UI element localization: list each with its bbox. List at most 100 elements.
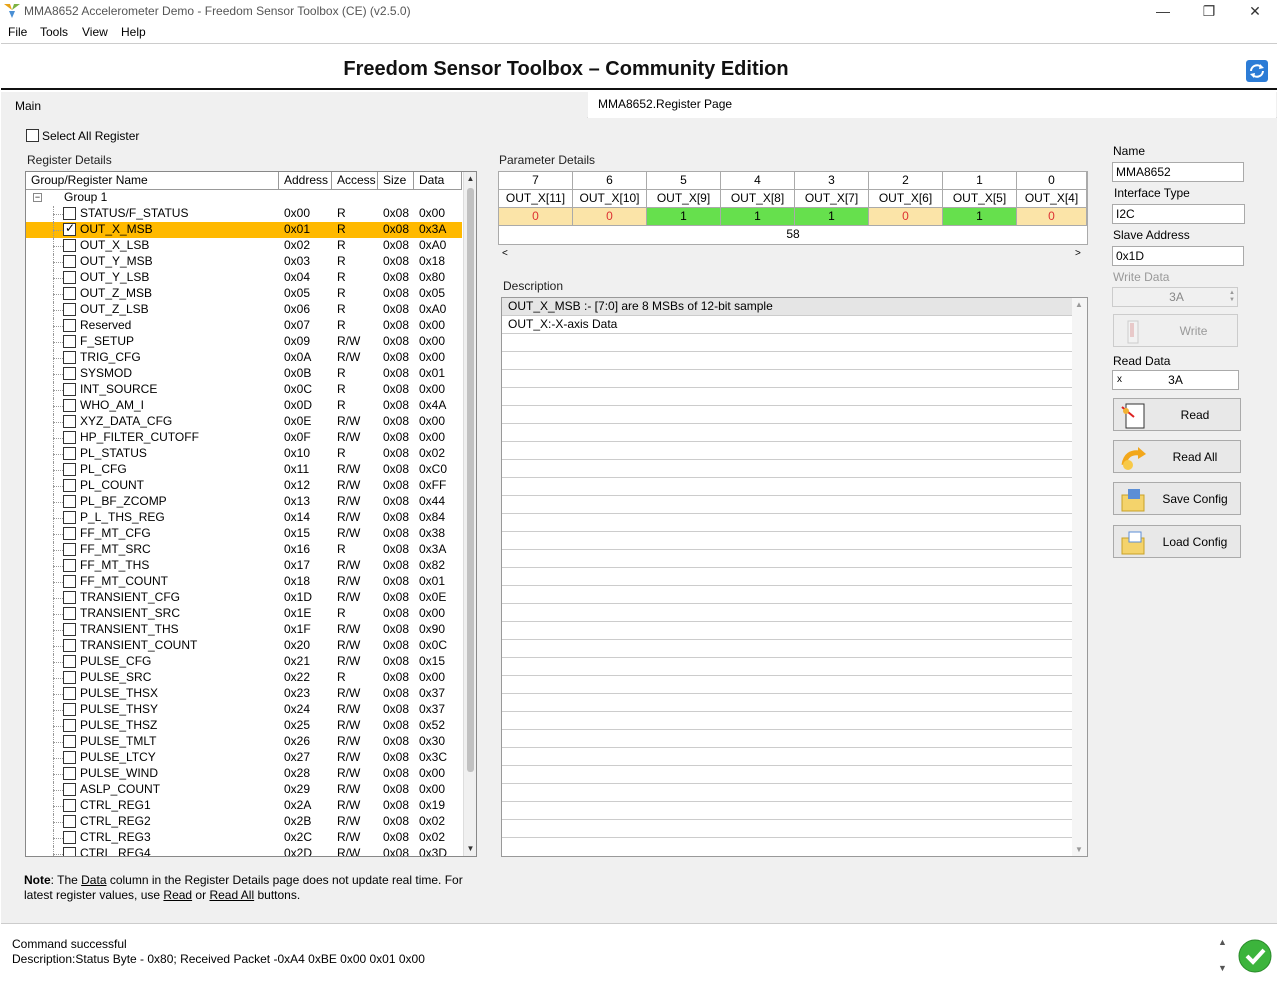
register-row[interactable]: PULSE_LTCY 0x27 R/W 0x08 0x3C	[26, 750, 462, 766]
register-row[interactable]: PULSE_WIND 0x28 R/W 0x08 0x00	[26, 766, 462, 782]
register-checkbox[interactable]	[63, 575, 76, 588]
register-row[interactable]: PULSE_CFG 0x21 R/W 0x08 0x15	[26, 654, 462, 670]
register-row[interactable]: FF_MT_SRC 0x16 R 0x08 0x3A	[26, 542, 462, 558]
register-row[interactable]: SYSMOD 0x0B R 0x08 0x01	[26, 366, 462, 382]
scroll-down-icon[interactable]: ▼	[1075, 845, 1083, 854]
register-checkbox[interactable]	[63, 463, 76, 476]
register-row[interactable]: OUT_Z_MSB 0x05 R 0x08 0x05	[26, 286, 462, 302]
register-checkbox[interactable]	[63, 655, 76, 668]
register-row[interactable]: ASLP_COUNT 0x29 R/W 0x08 0x00	[26, 782, 462, 798]
register-checkbox[interactable]	[63, 399, 76, 412]
register-checkbox[interactable]	[63, 559, 76, 572]
register-row[interactable]: OUT_Y_MSB 0x03 R 0x08 0x18	[26, 254, 462, 270]
register-grid-scrollbar[interactable]: ▲ ▼	[463, 172, 476, 856]
bit-value[interactable]: 0	[499, 208, 573, 226]
register-row[interactable]: TRANSIENT_COUNT 0x20 R/W 0x08 0x0C	[26, 638, 462, 654]
register-row[interactable]: STATUS/F_STATUS 0x00 R 0x08 0x00	[26, 206, 462, 222]
write-data-input[interactable]: 3A ▲ ▼	[1112, 287, 1238, 307]
select-all-box[interactable]	[26, 129, 39, 143]
read-all-button[interactable]: Read All	[1113, 440, 1241, 473]
register-row[interactable]: OUT_Z_LSB 0x06 R 0x08 0xA0	[26, 302, 462, 318]
register-checkbox[interactable]	[63, 255, 76, 268]
header-access[interactable]: Access	[332, 172, 378, 190]
register-checkbox[interactable]	[63, 511, 76, 524]
menu-file[interactable]: File	[8, 25, 27, 39]
menu-help[interactable]: Help	[121, 25, 146, 39]
register-row[interactable]: FF_MT_COUNT 0x18 R/W 0x08 0x01	[26, 574, 462, 590]
scroll-left-icon[interactable]: <	[502, 248, 508, 259]
bit-value[interactable]: 0	[869, 208, 943, 226]
register-row[interactable]: TRIG_CFG 0x0A R/W 0x08 0x00	[26, 350, 462, 366]
register-row[interactable]: Reserved 0x07 R 0x08 0x00	[26, 318, 462, 334]
register-checkbox[interactable]	[63, 719, 76, 732]
register-row[interactable]: OUT_X_LSB 0x02 R 0x08 0xA0	[26, 238, 462, 254]
register-row[interactable]: PULSE_THSZ 0x25 R/W 0x08 0x52	[26, 718, 462, 734]
register-checkbox[interactable]	[63, 415, 76, 428]
tree-group-row[interactable]: − Group 1	[26, 190, 462, 206]
bit-value[interactable]: 1	[943, 208, 1017, 226]
register-row[interactable]: PULSE_SRC 0x22 R 0x08 0x00	[26, 670, 462, 686]
status-scroll-down-icon[interactable]: ▼	[1218, 963, 1227, 973]
register-row[interactable]: WHO_AM_I 0x0D R 0x08 0x4A	[26, 398, 462, 414]
register-row[interactable]: P_L_THS_REG 0x14 R/W 0x08 0x84	[26, 510, 462, 526]
register-checkbox[interactable]	[63, 447, 76, 460]
register-checkbox[interactable]	[63, 383, 76, 396]
bit-value[interactable]: 1	[647, 208, 721, 226]
scroll-down-icon[interactable]: ▼	[464, 842, 476, 856]
register-checkbox[interactable]	[63, 221, 76, 236]
register-checkbox[interactable]	[63, 639, 76, 652]
register-row[interactable]: CTRL_REG4 0x2D R/W 0x08 0x3D	[26, 846, 462, 856]
register-checkbox[interactable]	[63, 303, 76, 316]
header-address[interactable]: Address	[279, 172, 332, 190]
status-scroll-up-icon[interactable]: ▲	[1218, 937, 1227, 947]
register-row[interactable]: XYZ_DATA_CFG 0x0E R/W 0x08 0x00	[26, 414, 462, 430]
register-row[interactable]: HP_FILTER_CUTOFF 0x0F R/W 0x08 0x00	[26, 430, 462, 446]
register-checkbox[interactable]	[63, 799, 76, 812]
read-button[interactable]: Read	[1113, 398, 1241, 431]
register-checkbox[interactable]	[63, 239, 76, 252]
bit-value[interactable]: 0	[1017, 208, 1087, 226]
description-scrollbar[interactable]: ▲ ▼	[1072, 298, 1087, 856]
register-checkbox[interactable]	[63, 735, 76, 748]
register-checkbox[interactable]	[63, 319, 76, 332]
register-checkbox[interactable]	[63, 351, 76, 364]
close-button[interactable]: ✕	[1232, 0, 1278, 22]
register-row[interactable]: F_SETUP 0x09 R/W 0x08 0x00	[26, 334, 462, 350]
register-checkbox[interactable]	[63, 271, 76, 284]
register-checkbox[interactable]	[63, 815, 76, 828]
register-checkbox[interactable]	[63, 783, 76, 796]
register-row[interactable]: FF_MT_CFG 0x15 R/W 0x08 0x38	[26, 526, 462, 542]
register-checkbox[interactable]	[63, 591, 76, 604]
scrollbar-thumb[interactable]	[467, 188, 474, 772]
register-row[interactable]: FF_MT_THS 0x17 R/W 0x08 0x82	[26, 558, 462, 574]
menu-view[interactable]: View	[82, 25, 108, 39]
select-all-checkbox[interactable]: Select All Register	[26, 128, 139, 144]
scroll-up-icon[interactable]: ▲	[464, 172, 476, 186]
register-checkbox[interactable]	[63, 767, 76, 780]
register-checkbox[interactable]	[63, 687, 76, 700]
spinner-icon[interactable]: ▲ ▼	[1229, 290, 1235, 304]
register-row[interactable]: CTRL_REG3 0x2C R/W 0x08 0x02	[26, 830, 462, 846]
register-checkbox[interactable]	[63, 847, 76, 856]
bit-value[interactable]: 1	[795, 208, 869, 226]
maximize-button[interactable]: ❐	[1186, 0, 1232, 22]
register-row[interactable]: TRANSIENT_CFG 0x1D R/W 0x08 0x0E	[26, 590, 462, 606]
load-config-button[interactable]: Load Config	[1113, 525, 1241, 558]
register-checkbox[interactable]	[63, 831, 76, 844]
write-button[interactable]: Write	[1113, 314, 1238, 347]
register-row[interactable]: PL_BF_ZCOMP 0x13 R/W 0x08 0x44	[26, 494, 462, 510]
register-checkbox[interactable]	[63, 607, 76, 620]
save-config-button[interactable]: Save Config	[1113, 482, 1241, 515]
minimize-button[interactable]: —	[1140, 0, 1186, 22]
register-checkbox[interactable]	[63, 335, 76, 348]
register-row[interactable]: PL_CFG 0x11 R/W 0x08 0xC0	[26, 462, 462, 478]
bit-value[interactable]: 0	[573, 208, 647, 226]
bit-value[interactable]: 1	[721, 208, 795, 226]
register-row[interactable]: PULSE_TMLT 0x26 R/W 0x08 0x30	[26, 734, 462, 750]
tab-register-page[interactable]: MMA8652.Register Page	[588, 92, 1276, 118]
register-row[interactable]: PULSE_THSY 0x24 R/W 0x08 0x37	[26, 702, 462, 718]
register-checkbox[interactable]	[63, 495, 76, 508]
register-checkbox[interactable]	[63, 751, 76, 764]
register-row[interactable]: CTRL_REG1 0x2A R/W 0x08 0x19	[26, 798, 462, 814]
scroll-up-icon[interactable]: ▲	[1075, 300, 1083, 309]
